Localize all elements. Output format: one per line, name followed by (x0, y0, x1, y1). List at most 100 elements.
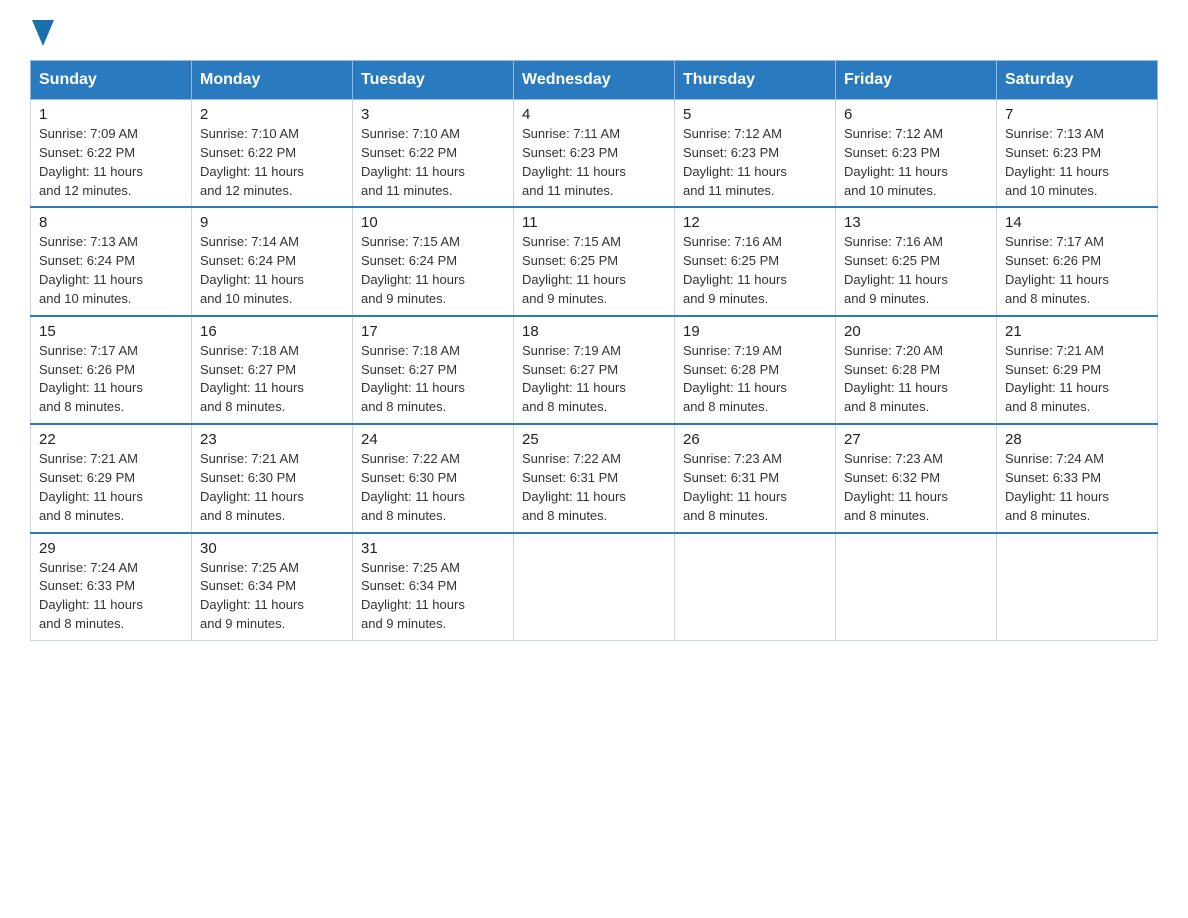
day-number: 15 (39, 323, 183, 340)
day-info: Sunrise: 7:10 AMSunset: 6:22 PMDaylight:… (361, 126, 465, 198)
calendar-header-row: SundayMondayTuesdayWednesdayThursdayFrid… (31, 61, 1158, 100)
day-info: Sunrise: 7:19 AMSunset: 6:28 PMDaylight:… (683, 343, 787, 415)
day-number: 4 (522, 106, 666, 123)
col-header-saturday: Saturday (997, 61, 1158, 100)
col-header-thursday: Thursday (675, 61, 836, 100)
week-row-1: 1 Sunrise: 7:09 AMSunset: 6:22 PMDayligh… (31, 100, 1158, 208)
calendar-cell: 17 Sunrise: 7:18 AMSunset: 6:27 PMDaylig… (353, 316, 514, 424)
calendar-cell: 12 Sunrise: 7:16 AMSunset: 6:25 PMDaylig… (675, 207, 836, 315)
calendar-cell: 7 Sunrise: 7:13 AMSunset: 6:23 PMDayligh… (997, 100, 1158, 208)
calendar-cell: 25 Sunrise: 7:22 AMSunset: 6:31 PMDaylig… (514, 424, 675, 532)
day-number: 19 (683, 323, 827, 340)
day-number: 1 (39, 106, 183, 123)
day-info: Sunrise: 7:20 AMSunset: 6:28 PMDaylight:… (844, 343, 948, 415)
calendar-cell: 11 Sunrise: 7:15 AMSunset: 6:25 PMDaylig… (514, 207, 675, 315)
day-number: 20 (844, 323, 988, 340)
day-number: 16 (200, 323, 344, 340)
day-number: 14 (1005, 214, 1149, 231)
day-number: 13 (844, 214, 988, 231)
day-number: 12 (683, 214, 827, 231)
day-info: Sunrise: 7:25 AMSunset: 6:34 PMDaylight:… (200, 560, 304, 632)
calendar-cell: 29 Sunrise: 7:24 AMSunset: 6:33 PMDaylig… (31, 533, 192, 641)
calendar-cell: 23 Sunrise: 7:21 AMSunset: 6:30 PMDaylig… (192, 424, 353, 532)
day-number: 6 (844, 106, 988, 123)
day-info: Sunrise: 7:09 AMSunset: 6:22 PMDaylight:… (39, 126, 143, 198)
day-number: 25 (522, 431, 666, 448)
calendar-cell: 10 Sunrise: 7:15 AMSunset: 6:24 PMDaylig… (353, 207, 514, 315)
day-number: 5 (683, 106, 827, 123)
calendar-cell (675, 533, 836, 641)
day-info: Sunrise: 7:17 AMSunset: 6:26 PMDaylight:… (39, 343, 143, 415)
day-number: 23 (200, 431, 344, 448)
col-header-monday: Monday (192, 61, 353, 100)
day-number: 21 (1005, 323, 1149, 340)
day-info: Sunrise: 7:16 AMSunset: 6:25 PMDaylight:… (844, 234, 948, 306)
day-number: 11 (522, 214, 666, 231)
calendar-cell: 27 Sunrise: 7:23 AMSunset: 6:32 PMDaylig… (836, 424, 997, 532)
col-header-friday: Friday (836, 61, 997, 100)
calendar-cell: 6 Sunrise: 7:12 AMSunset: 6:23 PMDayligh… (836, 100, 997, 208)
calendar-cell: 15 Sunrise: 7:17 AMSunset: 6:26 PMDaylig… (31, 316, 192, 424)
calendar-cell (514, 533, 675, 641)
day-info: Sunrise: 7:13 AMSunset: 6:23 PMDaylight:… (1005, 126, 1109, 198)
day-info: Sunrise: 7:23 AMSunset: 6:31 PMDaylight:… (683, 451, 787, 523)
day-info: Sunrise: 7:22 AMSunset: 6:30 PMDaylight:… (361, 451, 465, 523)
day-info: Sunrise: 7:21 AMSunset: 6:29 PMDaylight:… (1005, 343, 1109, 415)
day-info: Sunrise: 7:21 AMSunset: 6:29 PMDaylight:… (39, 451, 143, 523)
day-info: Sunrise: 7:18 AMSunset: 6:27 PMDaylight:… (361, 343, 465, 415)
day-number: 18 (522, 323, 666, 340)
calendar-cell: 28 Sunrise: 7:24 AMSunset: 6:33 PMDaylig… (997, 424, 1158, 532)
week-row-4: 22 Sunrise: 7:21 AMSunset: 6:29 PMDaylig… (31, 424, 1158, 532)
calendar-cell: 14 Sunrise: 7:17 AMSunset: 6:26 PMDaylig… (997, 207, 1158, 315)
calendar-cell (997, 533, 1158, 641)
day-info: Sunrise: 7:17 AMSunset: 6:26 PMDaylight:… (1005, 234, 1109, 306)
calendar-cell: 26 Sunrise: 7:23 AMSunset: 6:31 PMDaylig… (675, 424, 836, 532)
logo-arrow-icon (32, 20, 54, 46)
day-info: Sunrise: 7:22 AMSunset: 6:31 PMDaylight:… (522, 451, 626, 523)
day-number: 9 (200, 214, 344, 231)
day-info: Sunrise: 7:18 AMSunset: 6:27 PMDaylight:… (200, 343, 304, 415)
day-info: Sunrise: 7:12 AMSunset: 6:23 PMDaylight:… (683, 126, 787, 198)
day-number: 29 (39, 540, 183, 557)
day-number: 30 (200, 540, 344, 557)
day-number: 24 (361, 431, 505, 448)
col-header-tuesday: Tuesday (353, 61, 514, 100)
day-number: 28 (1005, 431, 1149, 448)
day-info: Sunrise: 7:14 AMSunset: 6:24 PMDaylight:… (200, 234, 304, 306)
day-info: Sunrise: 7:10 AMSunset: 6:22 PMDaylight:… (200, 126, 304, 198)
logo (30, 20, 54, 42)
day-info: Sunrise: 7:25 AMSunset: 6:34 PMDaylight:… (361, 560, 465, 632)
calendar-cell: 22 Sunrise: 7:21 AMSunset: 6:29 PMDaylig… (31, 424, 192, 532)
calendar-cell: 1 Sunrise: 7:09 AMSunset: 6:22 PMDayligh… (31, 100, 192, 208)
day-info: Sunrise: 7:23 AMSunset: 6:32 PMDaylight:… (844, 451, 948, 523)
week-row-2: 8 Sunrise: 7:13 AMSunset: 6:24 PMDayligh… (31, 207, 1158, 315)
calendar-cell: 4 Sunrise: 7:11 AMSunset: 6:23 PMDayligh… (514, 100, 675, 208)
calendar-cell: 8 Sunrise: 7:13 AMSunset: 6:24 PMDayligh… (31, 207, 192, 315)
day-number: 27 (844, 431, 988, 448)
day-info: Sunrise: 7:15 AMSunset: 6:25 PMDaylight:… (522, 234, 626, 306)
day-info: Sunrise: 7:16 AMSunset: 6:25 PMDaylight:… (683, 234, 787, 306)
day-info: Sunrise: 7:21 AMSunset: 6:30 PMDaylight:… (200, 451, 304, 523)
calendar-cell: 30 Sunrise: 7:25 AMSunset: 6:34 PMDaylig… (192, 533, 353, 641)
calendar-cell: 31 Sunrise: 7:25 AMSunset: 6:34 PMDaylig… (353, 533, 514, 641)
calendar-cell: 18 Sunrise: 7:19 AMSunset: 6:27 PMDaylig… (514, 316, 675, 424)
calendar-cell: 9 Sunrise: 7:14 AMSunset: 6:24 PMDayligh… (192, 207, 353, 315)
calendar-cell: 5 Sunrise: 7:12 AMSunset: 6:23 PMDayligh… (675, 100, 836, 208)
calendar-cell: 19 Sunrise: 7:19 AMSunset: 6:28 PMDaylig… (675, 316, 836, 424)
day-info: Sunrise: 7:12 AMSunset: 6:23 PMDaylight:… (844, 126, 948, 198)
day-info: Sunrise: 7:15 AMSunset: 6:24 PMDaylight:… (361, 234, 465, 306)
day-info: Sunrise: 7:24 AMSunset: 6:33 PMDaylight:… (1005, 451, 1109, 523)
col-header-wednesday: Wednesday (514, 61, 675, 100)
day-number: 22 (39, 431, 183, 448)
calendar-cell: 21 Sunrise: 7:21 AMSunset: 6:29 PMDaylig… (997, 316, 1158, 424)
col-header-sunday: Sunday (31, 61, 192, 100)
calendar-cell: 20 Sunrise: 7:20 AMSunset: 6:28 PMDaylig… (836, 316, 997, 424)
day-info: Sunrise: 7:19 AMSunset: 6:27 PMDaylight:… (522, 343, 626, 415)
calendar-cell: 24 Sunrise: 7:22 AMSunset: 6:30 PMDaylig… (353, 424, 514, 532)
day-number: 10 (361, 214, 505, 231)
day-info: Sunrise: 7:13 AMSunset: 6:24 PMDaylight:… (39, 234, 143, 306)
calendar-cell: 13 Sunrise: 7:16 AMSunset: 6:25 PMDaylig… (836, 207, 997, 315)
day-number: 2 (200, 106, 344, 123)
day-number: 7 (1005, 106, 1149, 123)
day-info: Sunrise: 7:11 AMSunset: 6:23 PMDaylight:… (522, 126, 626, 198)
